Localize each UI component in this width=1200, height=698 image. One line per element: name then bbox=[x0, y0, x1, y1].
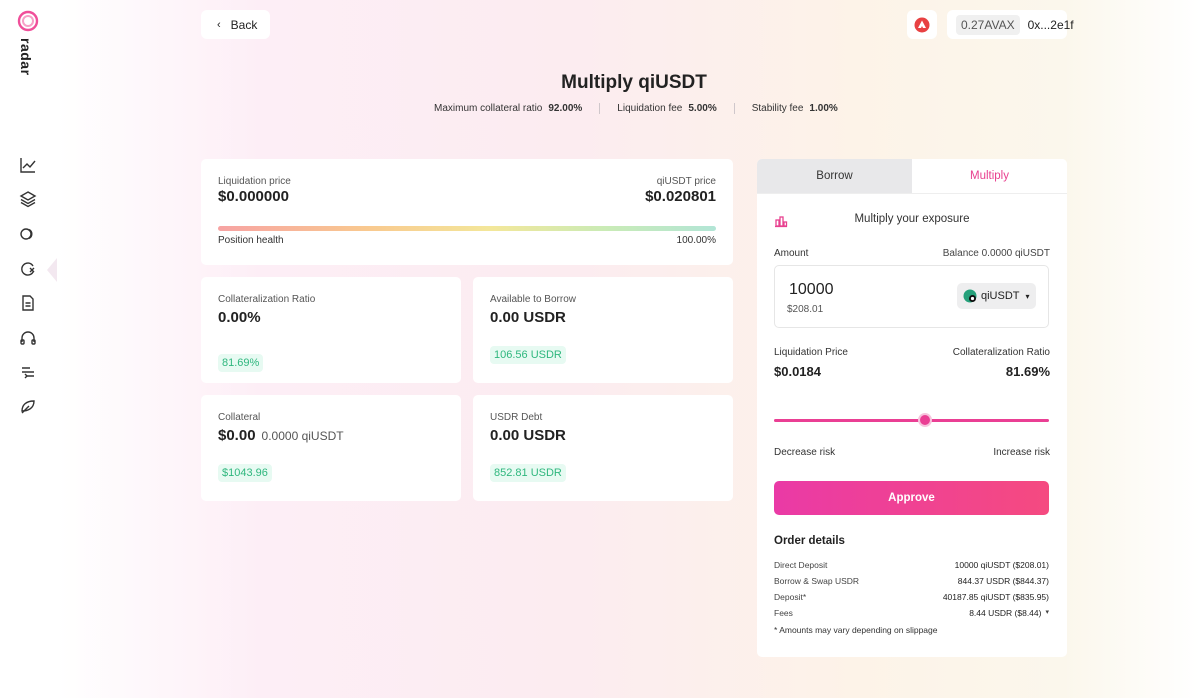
panel-coll-ratio-label: Collateralization Ratio bbox=[952, 347, 1050, 358]
order-row: Borrow & Swap USDR 844.37 USDR ($844.37) bbox=[774, 576, 1049, 586]
tab-multiply[interactable]: Multiply bbox=[912, 159, 1067, 193]
slippage-footnote: * Amounts may vary depending on slippage bbox=[774, 625, 938, 635]
card-value: $0.00 bbox=[218, 427, 256, 444]
vault-stats: Maximum collateral ratio 92.00% Liquidat… bbox=[434, 101, 855, 115]
order-row-fees[interactable]: Fees 8.44 USDR ($8.44) ▾ bbox=[774, 608, 1049, 618]
position-card: Liquidation price $0.000000 qiUSDT price… bbox=[201, 159, 733, 265]
multiply-panel: Borrow Multiply Multiply your exposure A… bbox=[757, 159, 1067, 657]
network-button[interactable] bbox=[907, 10, 937, 39]
projected-value-badge: $1043.96 bbox=[218, 464, 272, 482]
tab-borrow[interactable]: Borrow bbox=[757, 159, 912, 193]
usdr-debt-card: USDR Debt 0.00 USDR 852.81 USDR bbox=[473, 395, 733, 501]
panel-subtitle: Multiply your exposure bbox=[854, 213, 970, 225]
stat-label: Maximum collateral ratio bbox=[434, 102, 543, 114]
order-label: Direct Deposit bbox=[774, 560, 828, 570]
balance-label: Balance 0.0000 qiUSDT bbox=[942, 248, 1050, 259]
stat-label: Liquidation fee bbox=[617, 102, 683, 114]
card-value: 0.00% bbox=[218, 309, 261, 326]
projected-value-badge: 106.56 USDR bbox=[490, 346, 566, 364]
health-value: 100.00% bbox=[676, 235, 716, 246]
leaf-icon[interactable] bbox=[19, 398, 37, 416]
back-label: Back bbox=[230, 17, 258, 32]
stat-value: 92.00% bbox=[548, 102, 583, 114]
order-label: Borrow & Swap USDR bbox=[774, 576, 860, 586]
card-label: USDR Debt bbox=[490, 412, 543, 423]
position-health-bar bbox=[218, 226, 716, 231]
order-details-title: Order details bbox=[774, 535, 845, 547]
token-name: qiUSDT bbox=[981, 290, 1020, 302]
card-label: Collateralization Ratio bbox=[218, 294, 316, 305]
order-label: Fees bbox=[774, 608, 793, 618]
order-row: Deposit* 40187.85 qiUSDT ($835.95) bbox=[774, 592, 1049, 602]
document-icon[interactable] bbox=[19, 294, 37, 312]
back-button[interactable]: ‹ Back bbox=[201, 10, 270, 39]
active-nav-indicator bbox=[47, 258, 57, 282]
amount-usd-value: $208.01 bbox=[787, 304, 824, 315]
approve-button[interactable]: Approve bbox=[774, 481, 1049, 515]
order-label: Deposit* bbox=[774, 592, 807, 602]
stat-max-collateral: Maximum collateral ratio 92.00% bbox=[434, 103, 599, 114]
collateral-card: Collateral $0.00 0.0000 qiUSDT $1043.96 bbox=[201, 395, 461, 501]
risk-slider-track[interactable] bbox=[774, 419, 1049, 422]
stat-label: Stability fee bbox=[751, 102, 804, 114]
qiusdt-token-icon bbox=[963, 289, 977, 303]
risk-slider-thumb[interactable] bbox=[918, 413, 933, 427]
order-value: 40187.85 qiUSDT ($835.95) bbox=[942, 592, 1049, 602]
stat-value: 5.00% bbox=[688, 102, 717, 114]
projected-value-badge: 852.81 USDR bbox=[490, 464, 566, 482]
card-value: 0.00 USDR bbox=[490, 427, 566, 444]
order-row: Direct Deposit 10000 qiUSDT ($208.01) bbox=[774, 560, 1049, 570]
collateral-value-row: $0.00 0.0000 qiUSDT bbox=[218, 427, 344, 444]
chevron-left-icon: ‹ bbox=[217, 18, 221, 31]
panel-tabs: Borrow Multiply bbox=[757, 159, 1067, 194]
card-value: 0.00 USDR bbox=[490, 309, 566, 326]
stat-value: 1.00% bbox=[809, 102, 838, 114]
health-label: Position health bbox=[218, 235, 284, 246]
card-sub-value: 0.0000 qiUSDT bbox=[261, 429, 344, 443]
radar-logo-icon[interactable] bbox=[17, 10, 39, 32]
chart-icon[interactable] bbox=[19, 156, 37, 174]
page-title: Multiply qiUSDT bbox=[561, 72, 707, 93]
amount-input[interactable]: 10000 bbox=[789, 281, 834, 299]
stat-liquidation-fee: Liquidation fee 5.00% bbox=[599, 102, 733, 114]
card-label: Available to Borrow bbox=[490, 294, 576, 305]
amount-label: Amount bbox=[774, 248, 809, 259]
coins-icon[interactable] bbox=[19, 225, 37, 243]
decrease-risk-label: Decrease risk bbox=[774, 447, 836, 458]
sidebar: radar bbox=[0, 0, 57, 698]
swap-icon[interactable] bbox=[19, 363, 37, 381]
brand-name: radar bbox=[18, 38, 34, 76]
panel-coll-ratio-value: 81.69% bbox=[1005, 364, 1050, 379]
card-label: Collateral bbox=[218, 412, 261, 423]
order-value: 844.37 USDR ($844.37) bbox=[957, 576, 1049, 586]
amount-input-box[interactable]: 10000 $208.01 qiUSDT ▾ bbox=[774, 265, 1049, 328]
liq-price-value: $0.000000 bbox=[218, 188, 289, 205]
increase-risk-label: Increase risk bbox=[993, 447, 1050, 458]
layers-icon[interactable] bbox=[19, 190, 37, 208]
chevron-down-icon: ▾ bbox=[1025, 291, 1030, 301]
liq-price-label: Liquidation price bbox=[218, 176, 291, 187]
order-value: 8.44 USDR ($8.44) bbox=[969, 608, 1042, 618]
coll-ratio-card: Collateralization Ratio 0.00% 81.69% bbox=[201, 277, 461, 383]
stat-stability-fee: Stability fee 1.00% bbox=[733, 102, 855, 114]
available-borrow-card: Available to Borrow 0.00 USDR 106.56 USD… bbox=[473, 277, 733, 383]
token-select[interactable]: qiUSDT ▾ bbox=[957, 283, 1036, 309]
token-price-label: qiUSDT price bbox=[656, 176, 716, 187]
wallet-balance: 0.27AVAX bbox=[956, 14, 1020, 35]
order-value: 10000 qiUSDT ($208.01) bbox=[954, 560, 1049, 570]
chevron-down-icon: ▾ bbox=[1045, 609, 1049, 616]
projected-value-badge: 81.69% bbox=[218, 354, 264, 372]
panel-liq-price-label: Liquidation Price bbox=[774, 347, 848, 358]
avalanche-icon bbox=[914, 17, 930, 32]
fees-value-wrap: 8.44 USDR ($8.44) ▾ bbox=[969, 608, 1049, 618]
rotate-close-icon[interactable] bbox=[19, 260, 37, 278]
wallet-address: 0x...2e1f bbox=[1027, 17, 1074, 32]
panel-liq-price-value: $0.0184 bbox=[774, 364, 821, 379]
headphones-icon[interactable] bbox=[19, 329, 37, 347]
token-price-value: $0.020801 bbox=[645, 188, 716, 205]
wallet-button[interactable]: 0.27AVAX 0x...2e1f bbox=[947, 10, 1074, 39]
